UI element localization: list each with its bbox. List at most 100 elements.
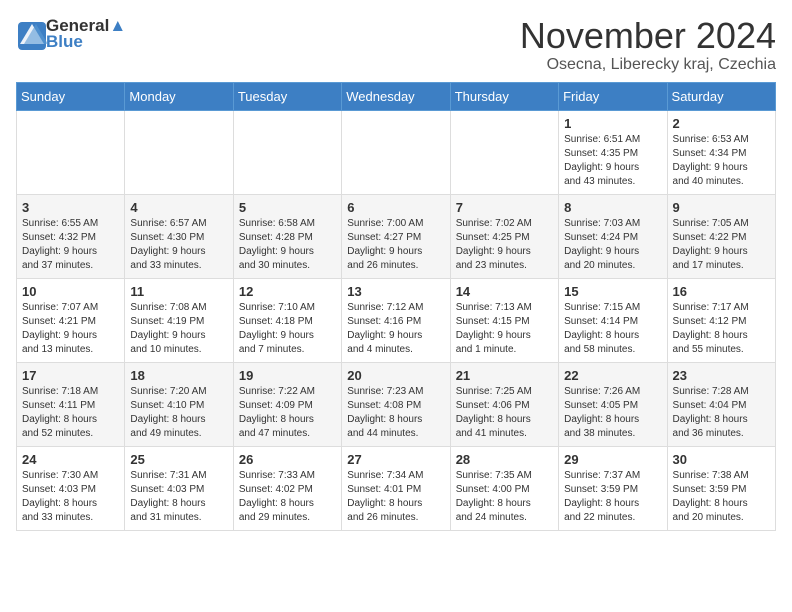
- day-info: Sunrise: 7:37 AM Sunset: 3:59 PM Dayligh…: [564, 469, 661, 525]
- weekday-header-row: SundayMondayTuesdayWednesdayThursdayFrid…: [17, 82, 776, 110]
- calendar-cell: 28 Sunrise: 7:35 AM Sunset: 4:00 PM Dayli…: [450, 446, 558, 530]
- day-info: Sunrise: 7:38 AM Sunset: 3:59 PM Dayligh…: [673, 469, 770, 525]
- calendar-cell: 10 Sunrise: 7:07 AM Sunset: 4:21 PM Dayli…: [17, 278, 125, 362]
- calendar-cell: 23 Sunrise: 7:28 AM Sunset: 4:04 PM Dayli…: [667, 362, 775, 446]
- calendar-cell: 6 Sunrise: 7:00 AM Sunset: 4:27 PM Daylig…: [342, 194, 450, 278]
- day-info: Sunrise: 6:58 AM Sunset: 4:28 PM Dayligh…: [239, 217, 336, 273]
- weekday-tuesday: Tuesday: [233, 82, 341, 110]
- weekday-thursday: Thursday: [450, 82, 558, 110]
- month-title: November 2024: [520, 16, 776, 56]
- calendar-cell: 3Sunrise: 6:55 AM Sunset: 4:32 PM Daylig…: [17, 194, 125, 278]
- calendar-cell: 19 Sunrise: 7:22 AM Sunset: 4:09 PM Dayli…: [233, 362, 341, 446]
- day-info: Sunrise: 7:12 AM Sunset: 4:16 PM Dayligh…: [347, 301, 444, 357]
- day-number: 17: [22, 368, 119, 383]
- day-info: Sunrise: 7:26 AM Sunset: 4:05 PM Dayligh…: [564, 385, 661, 441]
- day-info: Sunrise: 7:23 AM Sunset: 4:08 PM Dayligh…: [347, 385, 444, 441]
- calendar-cell: 13 Sunrise: 7:12 AM Sunset: 4:16 PM Dayli…: [342, 278, 450, 362]
- day-number: 24: [22, 452, 119, 467]
- day-number: 23: [673, 368, 770, 383]
- calendar-cell: 5 Sunrise: 6:58 AM Sunset: 4:28 PM Daylig…: [233, 194, 341, 278]
- day-info: Sunrise: 7:07 AM Sunset: 4:21 PM Dayligh…: [22, 301, 119, 357]
- week-row-2: 3Sunrise: 6:55 AM Sunset: 4:32 PM Daylig…: [17, 194, 776, 278]
- day-number: 8: [564, 200, 661, 215]
- day-number: 12: [239, 284, 336, 299]
- day-info: Sunrise: 7:08 AM Sunset: 4:19 PM Dayligh…: [130, 301, 227, 357]
- day-info: Sunrise: 7:15 AM Sunset: 4:14 PM Dayligh…: [564, 301, 661, 357]
- calendar-cell: 14 Sunrise: 7:13 AM Sunset: 4:15 PM Dayli…: [450, 278, 558, 362]
- day-number: 5: [239, 200, 336, 215]
- week-row-4: 17 Sunrise: 7:18 AM Sunset: 4:11 PM Dayli…: [17, 362, 776, 446]
- week-row-3: 10 Sunrise: 7:07 AM Sunset: 4:21 PM Dayli…: [17, 278, 776, 362]
- calendar-cell: 22Sunrise: 7:26 AM Sunset: 4:05 PM Dayli…: [559, 362, 667, 446]
- day-number: 14: [456, 284, 553, 299]
- calendar-cell: [450, 110, 558, 194]
- day-number: 2: [673, 116, 770, 131]
- header: General▲ Blue November 2024 Osecna, Libe…: [16, 16, 776, 74]
- weekday-saturday: Saturday: [667, 82, 775, 110]
- weekday-friday: Friday: [559, 82, 667, 110]
- calendar-cell: 4 Sunrise: 6:57 AM Sunset: 4:30 PM Daylig…: [125, 194, 233, 278]
- day-info: Sunrise: 6:53 AM Sunset: 4:34 PM Dayligh…: [673, 133, 770, 189]
- day-number: 4: [130, 200, 227, 215]
- calendar-cell: 11 Sunrise: 7:08 AM Sunset: 4:19 PM Dayli…: [125, 278, 233, 362]
- day-info: Sunrise: 7:33 AM Sunset: 4:02 PM Dayligh…: [239, 469, 336, 525]
- calendar-cell: [233, 110, 341, 194]
- day-info: Sunrise: 7:00 AM Sunset: 4:27 PM Dayligh…: [347, 217, 444, 273]
- day-number: 6: [347, 200, 444, 215]
- week-row-5: 24 Sunrise: 7:30 AM Sunset: 4:03 PM Dayli…: [17, 446, 776, 530]
- calendar-cell: 15 Sunrise: 7:15 AM Sunset: 4:14 PM Dayli…: [559, 278, 667, 362]
- day-info: Sunrise: 7:25 AM Sunset: 4:06 PM Dayligh…: [456, 385, 553, 441]
- logo-text: General▲ Blue: [46, 16, 126, 52]
- day-info: Sunrise: 7:13 AM Sunset: 4:15 PM Dayligh…: [456, 301, 553, 357]
- calendar-cell: 21 Sunrise: 7:25 AM Sunset: 4:06 PM Dayli…: [450, 362, 558, 446]
- calendar-cell: [17, 110, 125, 194]
- day-number: 26: [239, 452, 336, 467]
- day-number: 21: [456, 368, 553, 383]
- calendar-cell: 8 Sunrise: 7:03 AM Sunset: 4:24 PM Daylig…: [559, 194, 667, 278]
- day-number: 9: [673, 200, 770, 215]
- day-info: Sunrise: 7:34 AM Sunset: 4:01 PM Dayligh…: [347, 469, 444, 525]
- day-info: Sunrise: 7:03 AM Sunset: 4:24 PM Dayligh…: [564, 217, 661, 273]
- logo: General▲ Blue: [16, 16, 126, 52]
- day-number: 16: [673, 284, 770, 299]
- day-number: 7: [456, 200, 553, 215]
- day-info: Sunrise: 7:02 AM Sunset: 4:25 PM Dayligh…: [456, 217, 553, 273]
- day-info: Sunrise: 7:30 AM Sunset: 4:03 PM Dayligh…: [22, 469, 119, 525]
- day-info: Sunrise: 6:51 AM Sunset: 4:35 PM Dayligh…: [564, 133, 661, 189]
- title-block: November 2024 Osecna, Liberecky kraj, Cz…: [520, 16, 776, 74]
- day-number: 11: [130, 284, 227, 299]
- day-number: 27: [347, 452, 444, 467]
- week-row-1: 1 Sunrise: 6:51 AM Sunset: 4:35 PM Daylig…: [17, 110, 776, 194]
- weekday-monday: Monday: [125, 82, 233, 110]
- day-number: 19: [239, 368, 336, 383]
- calendar-cell: [125, 110, 233, 194]
- day-number: 15: [564, 284, 661, 299]
- calendar-cell: 30Sunrise: 7:38 AM Sunset: 3:59 PM Dayli…: [667, 446, 775, 530]
- calendar-cell: 26 Sunrise: 7:33 AM Sunset: 4:02 PM Dayli…: [233, 446, 341, 530]
- day-info: Sunrise: 6:55 AM Sunset: 4:32 PM Dayligh…: [22, 217, 119, 273]
- day-number: 25: [130, 452, 227, 467]
- day-number: 10: [22, 284, 119, 299]
- day-number: 13: [347, 284, 444, 299]
- day-info: Sunrise: 7:18 AM Sunset: 4:11 PM Dayligh…: [22, 385, 119, 441]
- calendar-table: SundayMondayTuesdayWednesdayThursdayFrid…: [16, 82, 776, 531]
- day-info: Sunrise: 7:28 AM Sunset: 4:04 PM Dayligh…: [673, 385, 770, 441]
- weekday-sunday: Sunday: [17, 82, 125, 110]
- weekday-wednesday: Wednesday: [342, 82, 450, 110]
- day-info: Sunrise: 7:22 AM Sunset: 4:09 PM Dayligh…: [239, 385, 336, 441]
- day-number: 18: [130, 368, 227, 383]
- day-info: Sunrise: 7:35 AM Sunset: 4:00 PM Dayligh…: [456, 469, 553, 525]
- day-number: 1: [564, 116, 661, 131]
- day-info: Sunrise: 7:31 AM Sunset: 4:03 PM Dayligh…: [130, 469, 227, 525]
- day-info: Sunrise: 7:17 AM Sunset: 4:12 PM Dayligh…: [673, 301, 770, 357]
- calendar-cell: 1 Sunrise: 6:51 AM Sunset: 4:35 PM Daylig…: [559, 110, 667, 194]
- calendar-cell: 16 Sunrise: 7:17 AM Sunset: 4:12 PM Dayli…: [667, 278, 775, 362]
- calendar-cell: 2 Sunrise: 6:53 AM Sunset: 4:34 PM Daylig…: [667, 110, 775, 194]
- calendar-cell: 27 Sunrise: 7:34 AM Sunset: 4:01 PM Dayli…: [342, 446, 450, 530]
- calendar-cell: [342, 110, 450, 194]
- day-info: Sunrise: 7:20 AM Sunset: 4:10 PM Dayligh…: [130, 385, 227, 441]
- day-info: Sunrise: 6:57 AM Sunset: 4:30 PM Dayligh…: [130, 217, 227, 273]
- calendar-cell: 29 Sunrise: 7:37 AM Sunset: 3:59 PM Dayli…: [559, 446, 667, 530]
- day-number: 28: [456, 452, 553, 467]
- day-number: 29: [564, 452, 661, 467]
